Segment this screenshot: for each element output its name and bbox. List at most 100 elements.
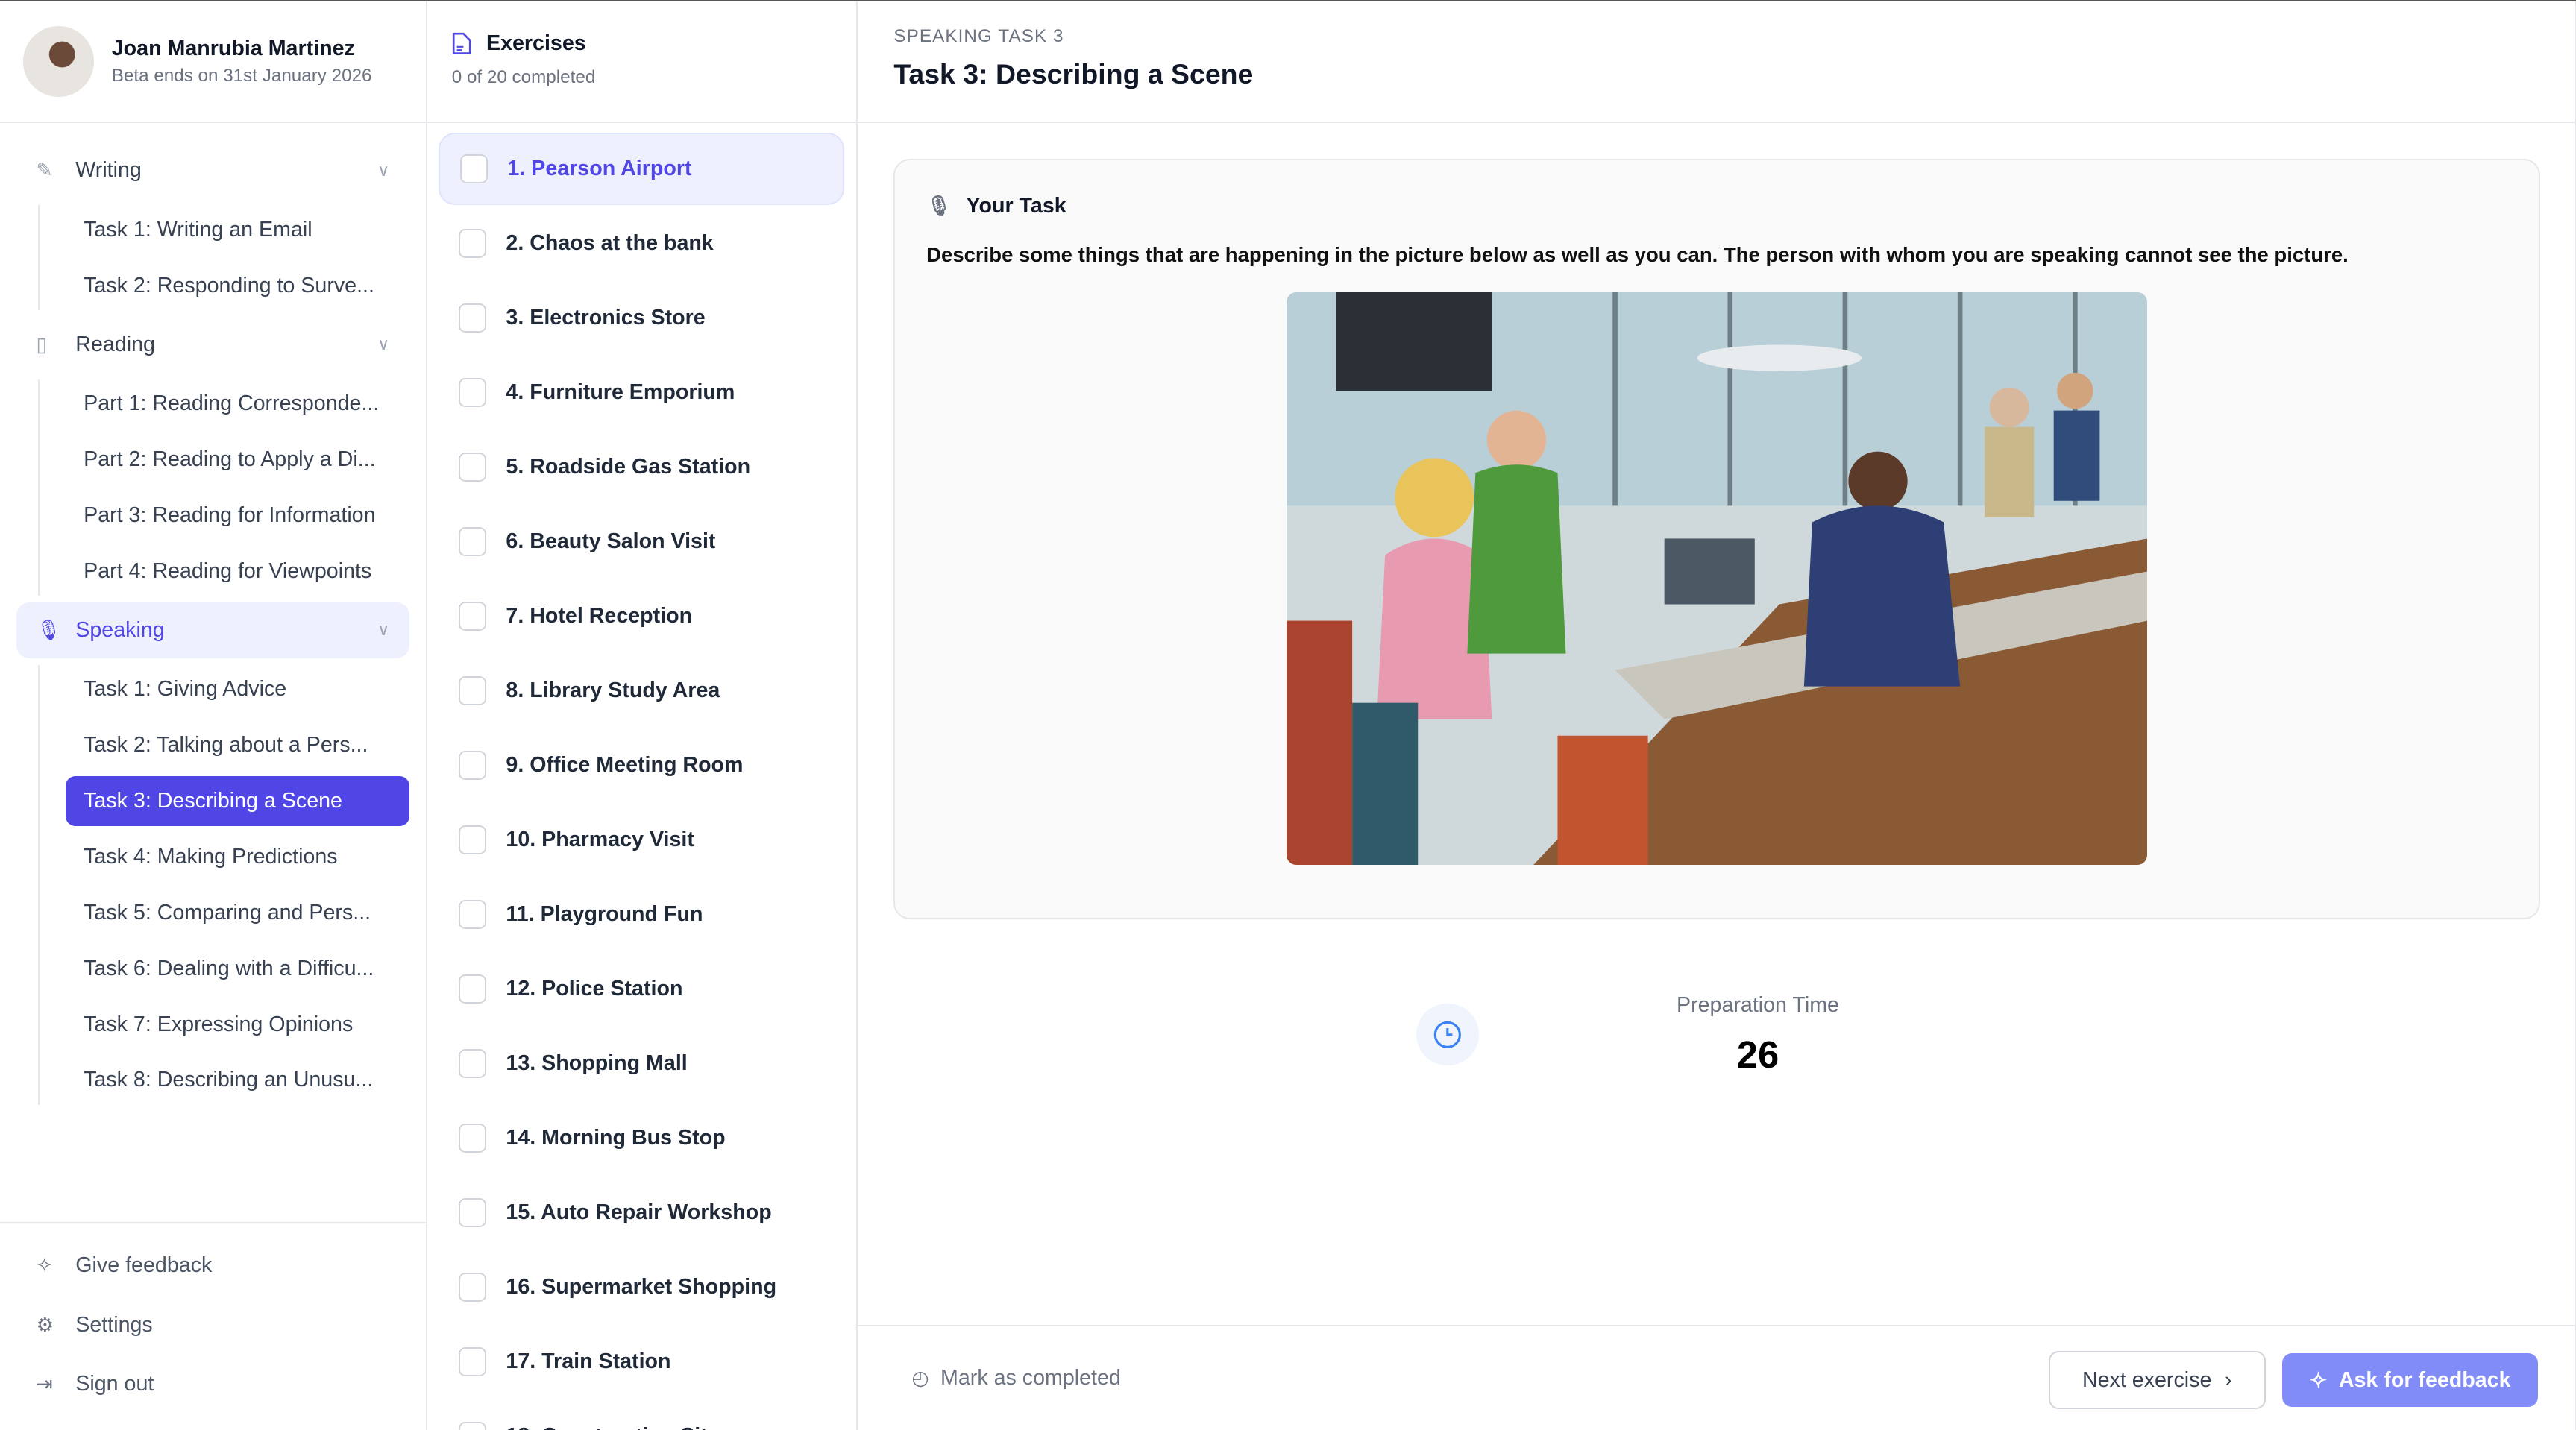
chevron-down-icon: ∨ (377, 620, 390, 640)
main-content: SPEAKING TASK 3 Task 3: Describing a Sce… (857, 1, 2576, 1430)
exercise-item[interactable]: 12. Police Station (439, 953, 844, 1025)
exercise-item[interactable]: 14. Morning Bus Stop (439, 1102, 844, 1174)
mark-completed-label: Mark as completed (940, 1366, 1121, 1390)
exercise-item[interactable]: 15. Auto Repair Workshop (439, 1177, 844, 1249)
sidebar-section-speaking[interactable]: 🎙︎ Speaking ∨ (16, 602, 409, 658)
exercise-label: 4. Furniture Emporium (506, 380, 735, 405)
exercise-item[interactable]: 10. Pharmacy Visit (439, 804, 844, 876)
exercise-item[interactable]: 2. Chaos at the bank (439, 207, 844, 280)
ask-feedback-button[interactable]: ✧ Ask for feedback (2281, 1352, 2539, 1408)
exercises-panel: Exercises 0 of 20 completed 1. Pearson A… (427, 1, 858, 1430)
exercise-checkbox[interactable] (458, 1421, 486, 1430)
exercise-checkbox[interactable] (458, 601, 486, 631)
next-exercise-button[interactable]: Next exercise › (2048, 1351, 2266, 1409)
mark-completed-button[interactable]: ◴ Mark as completed (912, 1366, 1121, 1390)
exercise-item[interactable]: 6. Beauty Salon Visit (439, 505, 844, 578)
exercise-item[interactable]: 7. Hotel Reception (439, 580, 844, 652)
exercise-checkbox[interactable] (458, 377, 486, 408)
exercise-checkbox[interactable] (459, 154, 488, 184)
exercise-checkbox[interactable] (458, 675, 486, 706)
exercise-checkbox[interactable] (458, 825, 486, 855)
check-circle-icon: ◴ (911, 1367, 929, 1390)
sidebar-item[interactable]: Part 4: Reading for Viewpoints (66, 547, 409, 596)
exercise-item[interactable]: 3. Electronics Store (439, 282, 844, 354)
section-items: Part 1: Reading Corresponde... Part 2: Re… (37, 379, 426, 596)
exercise-item[interactable]: 16. Supermarket Shopping (439, 1251, 844, 1323)
exercise-item[interactable]: 1. Pearson Airport (439, 133, 845, 206)
exercises-progress: 0 of 20 completed (451, 67, 596, 88)
sidebar-item[interactable]: Part 2: Reading to Apply a Di... (66, 435, 409, 484)
clock-icon (1416, 1003, 1479, 1066)
sidebar-item[interactable]: Task 2: Talking about a Pers... (66, 721, 409, 770)
exercise-checkbox[interactable] (458, 1123, 486, 1153)
user-profile[interactable]: Joan Manrubia Martinez Beta ends on 31st… (0, 1, 426, 123)
exercise-checkbox[interactable] (458, 1272, 486, 1303)
exercise-item[interactable]: 4. Furniture Emporium (439, 356, 844, 429)
exercise-label: 10. Pharmacy Visit (506, 828, 694, 852)
preparation-time-label: Preparation Time (1676, 993, 1839, 1018)
exercise-item[interactable]: 11. Playground Fun (439, 878, 844, 951)
microphone-icon: 🎙︎ (926, 194, 952, 217)
sign-out-icon: ⇥ (36, 1373, 53, 1396)
exercise-item[interactable]: 8. Library Study Area (439, 655, 844, 727)
next-exercise-label: Next exercise (2082, 1367, 2212, 1392)
exercise-checkbox[interactable] (458, 1197, 486, 1228)
settings-link[interactable]: ⚙ Settings (0, 1296, 426, 1355)
exercise-checkbox[interactable] (458, 899, 486, 930)
sidebar-section-writing[interactable]: ✎ Writing ∨ (16, 142, 409, 198)
exercise-checkbox[interactable] (458, 452, 486, 482)
section-items: Task 1: Giving Advice Task 2: Talking abo… (37, 664, 426, 1105)
sign-out-link[interactable]: ⇥ Sign out (0, 1355, 426, 1414)
microphone-icon: 🎙︎ (36, 618, 61, 641)
exercise-checkbox[interactable] (458, 1048, 486, 1079)
exercise-label: 13. Shopping Mall (506, 1051, 688, 1076)
sparkle-icon: ✧ (2309, 1368, 2328, 1393)
exercise-checkbox[interactable] (458, 750, 486, 781)
sidebar-item[interactable]: Task 1: Writing an Email (66, 205, 409, 254)
exercise-label: 15. Auto Repair Workshop (506, 1200, 772, 1225)
task-card: 🎙︎ Your Task Describe some things that ar… (893, 159, 2540, 920)
exercise-label: 12. Police Station (506, 977, 683, 1001)
sidebar-item[interactable]: Task 2: Responding to Surve... (66, 261, 409, 310)
exercise-checkbox[interactable] (458, 228, 486, 259)
sign-out-label: Sign out (75, 1372, 154, 1396)
sidebar-item[interactable]: Task 8: Describing an Unusu... (66, 1056, 409, 1105)
exercise-checkbox[interactable] (458, 526, 486, 557)
sidebar-nav: ✎ Writing ∨ Task 1: Writing an Email Task 2:… (0, 123, 426, 1105)
chevron-down-icon: ∨ (377, 160, 390, 180)
pencil-icon: ✎ (36, 159, 53, 182)
exercises-title: Exercises (486, 31, 586, 55)
settings-label: Settings (75, 1312, 153, 1337)
exercise-item[interactable]: 5. Roadside Gas Station (439, 431, 844, 503)
exercise-checkbox[interactable] (458, 974, 486, 1004)
sidebar-item[interactable]: Task 7: Expressing Opinions (66, 1000, 409, 1049)
exercise-checkbox[interactable] (458, 1346, 486, 1377)
sidebar-section-reading[interactable]: ▯ Reading ∨ (16, 317, 409, 373)
exercise-checkbox[interactable] (458, 303, 486, 333)
exercise-item[interactable]: 9. Office Meeting Room (439, 729, 844, 801)
task-description: Describe some things that are happening … (926, 242, 2349, 266)
avatar (22, 26, 94, 97)
sidebar-item[interactable]: Task 1: Giving Advice (66, 665, 409, 714)
sidebar-item[interactable]: Task 4: Making Predictions (66, 832, 409, 881)
sidebar-item[interactable]: Task 6: Dealing with a Difficu... (66, 944, 409, 993)
sidebar-footer: ✧ Give feedback ⚙ Settings ⇥ Sign out (0, 1221, 426, 1430)
exercise-item[interactable]: 17. Train Station (439, 1326, 844, 1398)
exercise-item[interactable]: 18. Construction Site (439, 1400, 844, 1430)
give-feedback-link[interactable]: ✧ Give feedback (0, 1236, 426, 1295)
sparkle-icon: ✧ (36, 1254, 53, 1277)
exercise-label: 18. Construction Site (506, 1424, 719, 1430)
sidebar-item[interactable]: Task 5: Comparing and Pers... (66, 888, 409, 937)
exercise-label: 8. Library Study Area (506, 678, 720, 703)
your-task-heading: Your Task (966, 193, 1066, 218)
sidebar-item[interactable]: Task 3: Describing a Scene (65, 776, 409, 826)
sidebar-item[interactable]: Part 3: Reading for Information (66, 491, 409, 540)
exercise-label: 14. Morning Bus Stop (506, 1126, 726, 1150)
chevron-down-icon: ∨ (377, 335, 390, 354)
exercise-list: 1. Pearson Airport 2. Chaos at the bank 3.… (427, 123, 856, 1430)
sidebar-item[interactable]: Part 1: Reading Corresponde... (66, 379, 409, 429)
user-name: Joan Manrubia Martinez (111, 36, 355, 60)
exercise-item[interactable]: 13. Shopping Mall (439, 1027, 844, 1100)
ask-feedback-label: Ask for feedback (2338, 1367, 2511, 1392)
exercise-label: 1. Pearson Airport (507, 157, 692, 181)
